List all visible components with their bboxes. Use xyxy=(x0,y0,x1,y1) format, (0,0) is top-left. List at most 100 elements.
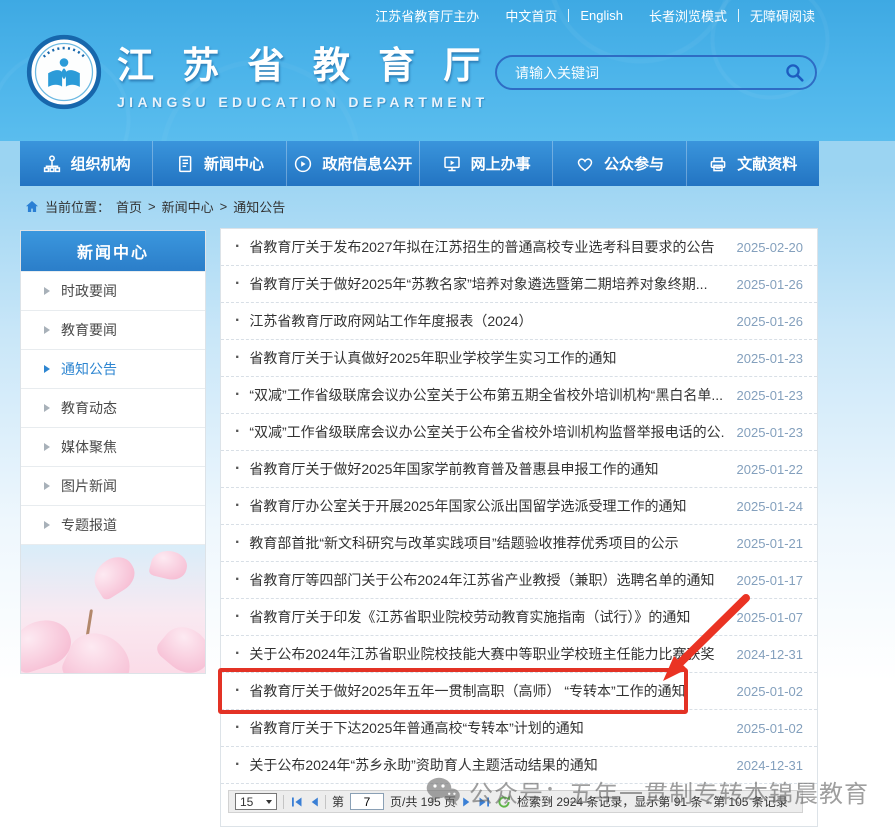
last-page-button[interactable] xyxy=(478,796,491,808)
online-service-monitor-icon xyxy=(442,154,462,174)
breadcrumb-news-center[interactable]: 新闻中心 xyxy=(162,197,214,216)
news-row: 江苏省教育厅政府网站工作年度报表（2024） 2025-01-26 xyxy=(221,303,817,340)
next-page-icon xyxy=(462,796,472,808)
breadcrumb-label: 当前位置： xyxy=(45,197,110,216)
first-page-button[interactable] xyxy=(290,796,303,808)
refresh-button[interactable] xyxy=(497,795,511,809)
info-disclosure-icon xyxy=(293,154,313,174)
page-prefix: 第 xyxy=(332,793,344,810)
sidebar-item-label: 教育要闻 xyxy=(61,320,117,340)
news-row: 省教育厅关于做好2025年国家学前教育普及普惠县申报工作的通知 2025-01-… xyxy=(221,451,817,488)
english-link[interactable]: English xyxy=(580,8,623,23)
news-title-link[interactable]: 关于公布2024年江苏省职业院校技能大赛中等职业学校班主任能力比赛获奖 xyxy=(249,644,724,664)
news-row: 关于公布2024年“苏乡永助”资助育人主题活动结果的通知 2024-12-31 xyxy=(221,747,817,784)
next-page-button[interactable] xyxy=(462,796,472,808)
search-button[interactable] xyxy=(784,62,805,83)
nav-item-organization[interactable]: 组织机构 xyxy=(20,141,152,186)
news-title-link[interactable]: 省教育厅关于印发《江苏省职业院校劳动教育实施指南（试行）》的通知 xyxy=(249,607,724,627)
news-title-link[interactable]: 省教育厅关于做好2025年国家学前教育普及普惠县申报工作的通知 xyxy=(249,459,724,479)
news-title-link[interactable]: “双减”工作省级联席会议办公室关于公布全省校外培训机构监督举报电话的公... xyxy=(249,422,724,442)
divider xyxy=(568,9,569,22)
news-title-link[interactable]: 省教育厅关于认真做好2025年职业学校学生实习工作的通知 xyxy=(249,348,724,368)
last-page-icon xyxy=(478,796,491,808)
news-date: 2024-12-31 xyxy=(737,758,804,773)
site-title-en: JIANGSU EDUCATION DEPARTMENT xyxy=(117,94,489,110)
news-date: 2025-01-17 xyxy=(737,573,804,588)
pagination-bar: 15 第 页/共 195 页 检索到 2924 条记录，显示第 91 条 - 第 xyxy=(228,790,803,813)
sidebar-item-media-focus[interactable]: 媒体聚焦 xyxy=(21,427,205,466)
nav-item-gov-info[interactable]: 政府信息公开 xyxy=(286,141,419,186)
news-title-link[interactable]: 省教育厅办公室关于开展2025年国家公派出国留学选派受理工作的通知 xyxy=(249,496,724,516)
page-number-input[interactable] xyxy=(350,793,384,810)
breadcrumb-notices[interactable]: 通知公告 xyxy=(233,197,285,216)
sidebar-item-education-news[interactable]: 教育要闻 xyxy=(21,310,205,349)
nav-label: 政府信息公开 xyxy=(322,153,412,174)
jiangsu-education-logo xyxy=(26,34,102,110)
sidebar-item-notices[interactable]: 通知公告 xyxy=(21,349,205,388)
sidebar-item-education-dynamics[interactable]: 教育动态 xyxy=(21,388,205,427)
archive-printer-icon xyxy=(708,154,728,174)
host-link[interactable]: 江苏省教育厅主办 xyxy=(375,6,479,25)
site-header: 江苏省教育厅主办 中文首页 English 长者浏览模式 无障碍阅读 江 苏 省… xyxy=(0,0,895,141)
news-title-link[interactable]: 省教育厅关于做好2025年五年一贯制高职（高师） “专转本”工作的通知 xyxy=(249,681,724,701)
nav-item-online-service[interactable]: 网上办事 xyxy=(419,141,552,186)
elder-mode-link[interactable]: 长者浏览模式 xyxy=(649,6,727,25)
news-title-link[interactable]: 省教育厅关于做好2025年“苏教名家”培养对象遴选暨第二期培养对象终期... xyxy=(249,274,724,294)
news-title-link[interactable]: 江苏省教育厅政府网站工作年度报表（2024） xyxy=(249,311,724,331)
accessibility-link[interactable]: 无障碍阅读 xyxy=(750,6,815,25)
pagination-summary: 检索到 2924 条记录，显示第 91 条 - 第 105 条记录 xyxy=(517,793,788,810)
news-title-link[interactable]: 教育部首批“新文科研究与改革实践项目”结题验收推荐优秀项目的公示 xyxy=(249,533,724,553)
nav-label: 组织机构 xyxy=(71,153,131,174)
news-title-link[interactable]: 关于公布2024年“苏乡永助”资助育人主题活动结果的通知 xyxy=(249,755,724,775)
search-icon xyxy=(784,62,805,83)
news-doc-icon xyxy=(175,154,195,174)
news-row: 省教育厅关于下达2025年普通高校“专转本”计划的通知 2025-01-02 xyxy=(221,710,817,747)
news-date: 2025-01-26 xyxy=(737,277,804,292)
breadcrumb-home[interactable]: 首页 xyxy=(116,197,142,216)
news-title-link[interactable]: “双减”工作省级联席会议办公室关于公布第五期全省校外培训机构“黑白名单... xyxy=(249,385,724,405)
news-title-link[interactable]: 省教育厅等四部门关于公布2024年江苏省产业教授（兼职）选聘名单的通知 xyxy=(249,570,724,590)
divider xyxy=(738,9,739,22)
sidebar-item-special-reports[interactable]: 专题报道 xyxy=(21,505,205,544)
nav-item-documents[interactable]: 文献资料 xyxy=(686,141,819,186)
nav-item-public-participation[interactable]: 公众参与 xyxy=(552,141,685,186)
news-row: 省教育厅等四部门关于公布2024年江苏省产业教授（兼职）选聘名单的通知 2025… xyxy=(221,562,817,599)
news-date: 2025-02-20 xyxy=(737,240,804,255)
news-date: 2025-01-23 xyxy=(737,388,804,403)
breadcrumb: 当前位置： 首页 > 新闻中心 > 通知公告 xyxy=(25,197,285,216)
news-title-link[interactable]: 省教育厅关于下达2025年普通高校“专转本”计划的通知 xyxy=(249,718,724,738)
triangle-right-icon xyxy=(44,287,50,295)
news-date: 2025-01-23 xyxy=(737,351,804,366)
news-date: 2025-01-26 xyxy=(737,314,804,329)
sidebar-item-photo-news[interactable]: 图片新闻 xyxy=(21,466,205,505)
first-page-icon xyxy=(290,796,303,808)
news-row: 省教育厅关于印发《江苏省职业院校劳动教育实施指南（试行）》的通知 2025-01… xyxy=(221,599,817,636)
sidebar-title: 新闻中心 xyxy=(21,231,205,271)
nav-label: 网上办事 xyxy=(471,153,531,174)
news-row: “双减”工作省级联席会议办公室关于公布全省校外培训机构监督举报电话的公... 2… xyxy=(221,414,817,451)
sidebar-item-label: 媒体聚焦 xyxy=(61,437,117,457)
page-size-select[interactable]: 15 xyxy=(235,793,277,810)
sidebar-item-label: 专题报道 xyxy=(61,515,117,535)
search-input[interactable] xyxy=(513,64,784,82)
chinese-home-link[interactable]: 中文首页 xyxy=(505,6,557,25)
logo-area[interactable]: 江 苏 省 教 育 厅 JIANGSU EDUCATION DEPARTMENT xyxy=(26,34,489,110)
breadcrumb-separator: > xyxy=(148,199,156,214)
site-title-cn: 江 苏 省 教 育 厅 xyxy=(117,35,489,89)
nav-item-news-center[interactable]: 新闻中心 xyxy=(152,141,285,186)
divider xyxy=(325,795,326,809)
heart-icon xyxy=(575,154,595,174)
news-date: 2025-01-02 xyxy=(737,721,804,736)
news-row: 关于公布2024年江苏省职业院校技能大赛中等职业学校班主任能力比赛获奖 2024… xyxy=(221,636,817,673)
breadcrumb-separator: > xyxy=(220,199,228,214)
triangle-right-icon xyxy=(44,365,50,373)
news-date: 2024-12-31 xyxy=(737,647,804,662)
sidebar-item-current-politics[interactable]: 时政要闻 xyxy=(21,271,205,310)
home-icon xyxy=(25,200,39,213)
news-title-link[interactable]: 省教育厅关于发布2027年拟在江苏招生的普通高校专业选考科目要求的公告 xyxy=(249,237,724,257)
news-date: 2025-01-22 xyxy=(737,462,804,477)
news-row: 省教育厅关于做好2025年“苏教名家”培养对象遴选暨第二期培养对象终期... 2… xyxy=(221,266,817,303)
page-suffix: 页/共 195 页 xyxy=(390,793,456,810)
nav-label: 公众参与 xyxy=(604,153,664,174)
prev-page-button[interactable] xyxy=(309,796,319,808)
